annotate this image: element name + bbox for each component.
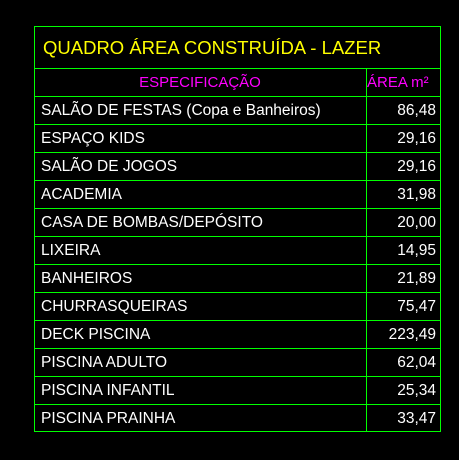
table-row: SALÃO DE JOGOS 29,16 bbox=[35, 153, 440, 181]
header-specification: ESPECIFICAÇÃO bbox=[139, 74, 261, 91]
table-row: CASA DE BOMBAS/DEPÓSITO 20,00 bbox=[35, 209, 440, 237]
row-area: 62,04 bbox=[366, 349, 440, 376]
table-row: PISCINA ADULTO 62,04 bbox=[35, 349, 440, 377]
row-name: SALÃO DE FESTAS (Copa e Banheiros) bbox=[41, 102, 321, 119]
table-row: ACADEMIA 31,98 bbox=[35, 181, 440, 209]
table-row: PISCINA INFANTIL 25,34 bbox=[35, 377, 440, 405]
row-area: 21,89 bbox=[366, 265, 440, 292]
table-row: DECK PISCINA 223,49 bbox=[35, 321, 440, 349]
row-name: CASA DE BOMBAS/DEPÓSITO bbox=[41, 214, 263, 231]
table-row: CHURRASQUEIRAS 75,47 bbox=[35, 293, 440, 321]
row-name: PISCINA PRAINHA bbox=[41, 410, 176, 427]
table-row: SALÃO DE FESTAS (Copa e Banheiros) 86,48 bbox=[35, 97, 440, 125]
row-area: 25,34 bbox=[366, 377, 440, 404]
row-name: DECK PISCINA bbox=[41, 326, 151, 343]
table-row: BANHEIROS 21,89 bbox=[35, 265, 440, 293]
row-name: ACADEMIA bbox=[41, 186, 122, 203]
row-area: 29,16 bbox=[366, 153, 440, 180]
header-area: ÁREA m² bbox=[366, 69, 440, 96]
row-area: 29,16 bbox=[366, 125, 440, 152]
row-name: BANHEIROS bbox=[41, 270, 133, 287]
table-row: PISCINA PRAINHA 33,47 bbox=[35, 405, 440, 433]
row-area: 33,47 bbox=[366, 405, 440, 432]
row-area: 223,49 bbox=[366, 321, 440, 348]
area-table: QUADRO ÁREA CONSTRUÍDA - LAZER ESPECIFIC… bbox=[34, 26, 441, 432]
row-area: 31,98 bbox=[366, 181, 440, 208]
table-title: QUADRO ÁREA CONSTRUÍDA - LAZER bbox=[35, 27, 440, 69]
table-header-row: ESPECIFICAÇÃO ÁREA m² bbox=[35, 69, 440, 97]
row-area: 14,95 bbox=[366, 237, 440, 264]
row-name: SALÃO DE JOGOS bbox=[41, 158, 178, 175]
row-name: LIXEIRA bbox=[41, 242, 101, 259]
table-row: ESPAÇO KIDS 29,16 bbox=[35, 125, 440, 153]
row-name: PISCINA ADULTO bbox=[41, 354, 168, 371]
row-name: ESPAÇO KIDS bbox=[41, 130, 145, 147]
row-area: 86,48 bbox=[366, 97, 440, 124]
row-area: 75,47 bbox=[366, 293, 440, 320]
table-row: LIXEIRA 14,95 bbox=[35, 237, 440, 265]
row-name: PISCINA INFANTIL bbox=[41, 382, 175, 399]
row-name: CHURRASQUEIRAS bbox=[41, 298, 188, 315]
row-area: 20,00 bbox=[366, 209, 440, 236]
